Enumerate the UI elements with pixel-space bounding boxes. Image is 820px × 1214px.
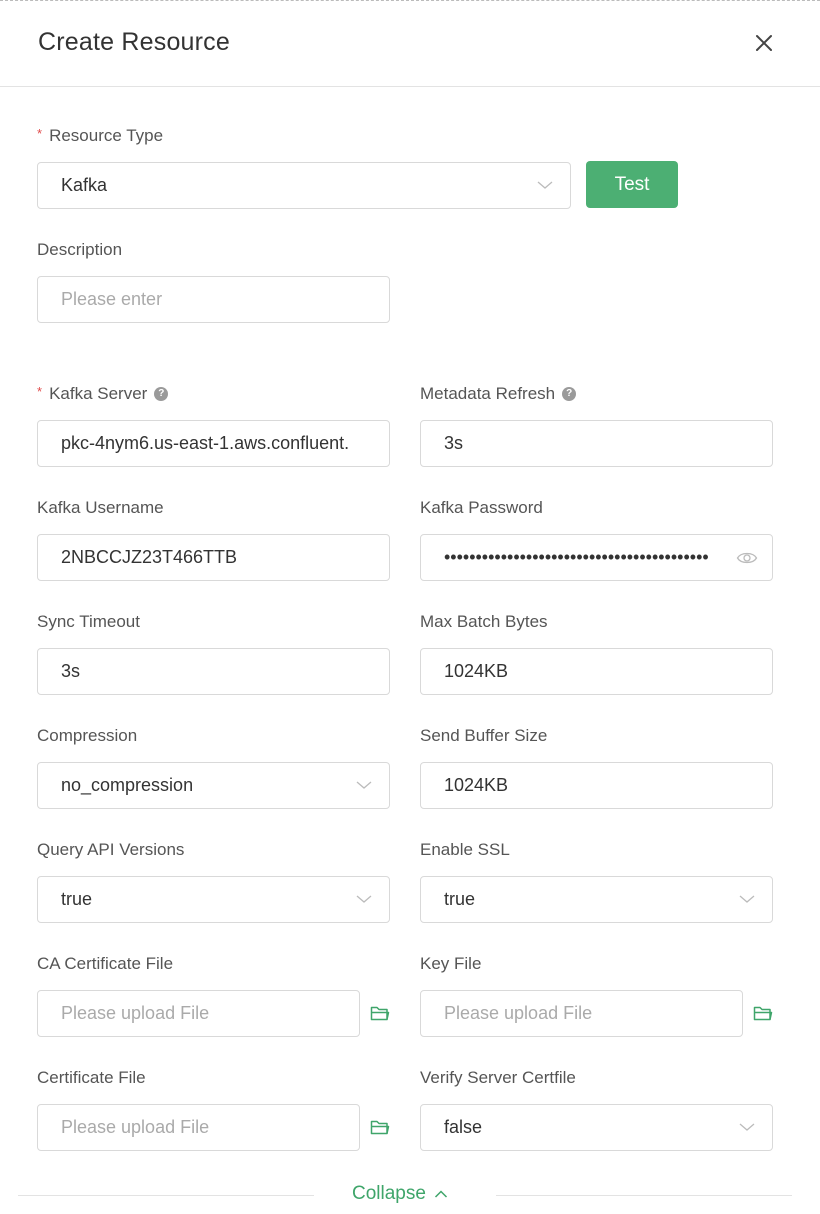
enable-ssl-label: Enable SSL [420,840,510,859]
kafka-server-value: pkc-4nym6.us-east-1.aws.confluent. [61,433,350,453]
kafka-server-label: * Kafka Server ? [37,383,169,404]
required-mark: * [37,383,43,399]
sync-timeout-value: 3s [61,661,81,681]
verify-server-certfile-value: false [444,1117,483,1137]
kafka-username-label: Kafka Username [37,498,164,517]
kafka-username-field[interactable]: 2NBCCJZ23T466TTB [37,534,390,581]
kafka-password-label: Kafka Password [420,498,543,517]
sync-timeout-field[interactable]: 3s [37,648,390,695]
certificate-file-placeholder: Please upload File [61,1117,210,1137]
resource-type-value: Kafka [61,175,108,195]
enable-ssl-value: true [444,889,476,909]
close-icon[interactable] [752,31,776,55]
kafka-server-field[interactable]: pkc-4nym6.us-east-1.aws.confluent. [37,420,390,467]
description-field[interactable] [37,276,390,323]
compression-select[interactable]: no_compression [37,762,390,809]
verify-server-certfile-select[interactable]: false [420,1104,773,1151]
ca-certificate-file-label: CA Certificate File [37,954,174,973]
sync-timeout-label: Sync Timeout [37,612,140,631]
dialog-title: Create Resource [38,28,230,56]
chevron-down-icon [356,781,372,789]
chevron-down-icon [356,895,372,903]
eye-icon[interactable] [736,549,758,567]
chevron-down-icon [739,1123,755,1131]
folder-icon[interactable] [370,1005,390,1022]
chevron-down-icon [537,181,553,189]
max-batch-bytes-value: 1024KB [444,661,509,681]
query-api-versions-select[interactable]: true [37,876,390,923]
key-file-label: Key File [420,954,482,973]
test-button[interactable]: Test [586,161,678,208]
collapse-label: Collapse [352,1183,426,1204]
send-buffer-size-value: 1024KB [444,775,509,795]
max-batch-bytes-label: Max Batch Bytes [420,612,548,631]
chevron-up-icon [434,1190,447,1198]
send-buffer-size-label: Send Buffer Size [420,726,548,745]
verify-server-certfile-label: Verify Server Certfile [420,1068,576,1087]
footer-divider-right [496,1195,792,1196]
kafka-password-field[interactable]: ••••••••••••••••••••••••••••••••••••••••… [420,534,773,581]
folder-icon[interactable] [753,1005,773,1022]
kafka-username-value: 2NBCCJZ23T466TTB [61,547,238,567]
ca-certificate-file-field[interactable]: Please upload File [37,990,360,1037]
metadata-refresh-field[interactable]: 3s [420,420,773,467]
compression-value: no_compression [61,775,194,795]
max-batch-bytes-field[interactable]: 1024KB [420,648,773,695]
enable-ssl-select[interactable]: true [420,876,773,923]
query-api-versions-label: Query API Versions [37,840,185,859]
folder-icon[interactable] [370,1119,390,1136]
resource-type-select[interactable]: Kafka [37,162,571,209]
kafka-password-value: ••••••••••••••••••••••••••••••••••••••••… [444,547,709,567]
footer-divider-left [18,1195,314,1196]
description-label: Description [37,240,123,259]
query-api-versions-value: true [61,889,93,909]
collapse-button[interactable]: Collapse [352,1183,448,1205]
ca-certificate-file-placeholder: Please upload File [61,1003,210,1023]
metadata-refresh-value: 3s [444,433,464,453]
help-icon[interactable]: ? [562,387,577,401]
chevron-down-icon [739,895,755,903]
create-resource-dialog: Create Resource * Resource Type Kafka Te… [0,0,820,1214]
resource-type-label: * Resource Type [37,125,164,146]
key-file-field[interactable]: Please upload File [420,990,743,1037]
certificate-file-label: Certificate File [37,1068,146,1087]
description-input[interactable] [38,277,389,322]
dialog-header: Create Resource [0,1,820,87]
compression-label: Compression [37,726,138,745]
metadata-refresh-label: Metadata Refresh ? [420,384,577,404]
certificate-file-field[interactable]: Please upload File [37,1104,360,1151]
required-mark: * [37,125,43,141]
key-file-placeholder: Please upload File [444,1003,593,1023]
send-buffer-size-field[interactable]: 1024KB [420,762,773,809]
help-icon[interactable]: ? [154,387,169,401]
